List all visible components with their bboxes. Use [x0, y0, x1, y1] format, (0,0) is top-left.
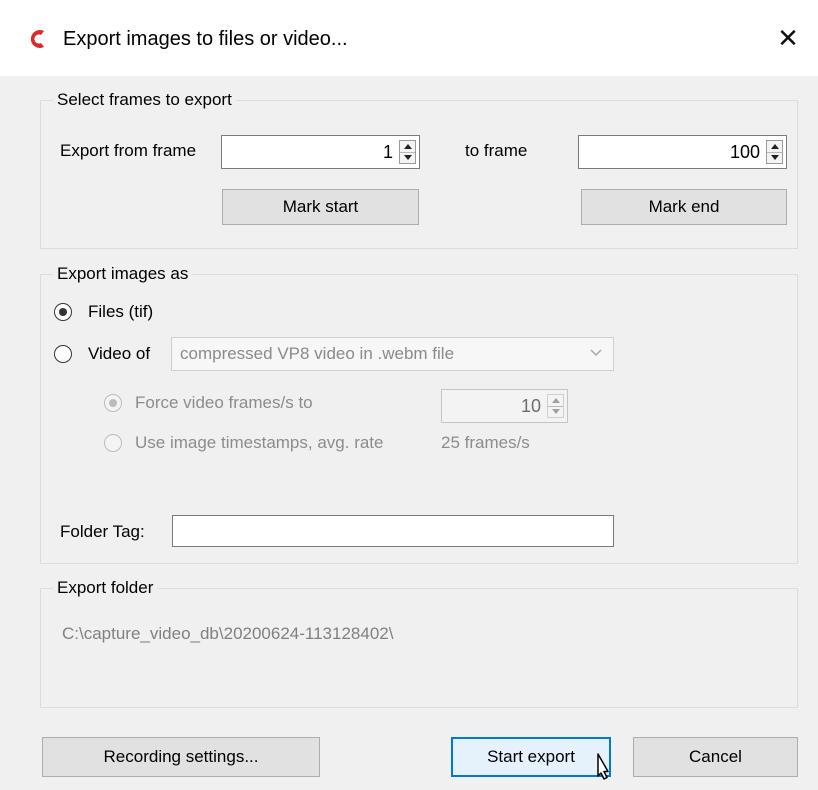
video-radio[interactable]: [54, 345, 72, 363]
to-frame-spinner[interactable]: 100: [578, 135, 787, 169]
fps-spin-arrows[interactable]: [547, 394, 564, 418]
video-format-value: compressed VP8 video in .webm file: [180, 344, 455, 363]
export-as-group-title: Export images as: [53, 264, 193, 284]
force-fps-label[interactable]: Force video frames/s to: [135, 393, 313, 413]
title-bar: Export images to files or video... ✕: [0, 0, 818, 76]
export-folder-group: Export folder: [40, 578, 798, 708]
to-frame-value: 100: [729, 142, 760, 162]
timestamps-label[interactable]: Use image timestamps, avg. rate: [135, 433, 383, 453]
mark-start-button[interactable]: Mark start: [222, 189, 419, 225]
app-logo-icon: [30, 30, 44, 48]
close-icon: ✕: [777, 22, 799, 53]
timestamps-radio[interactable]: [104, 434, 122, 452]
export-folder-group-title: Export folder: [53, 578, 158, 598]
from-frame-spin-arrows[interactable]: [399, 140, 416, 164]
folder-tag-input[interactable]: [172, 515, 614, 547]
video-radio-label[interactable]: Video of: [88, 344, 150, 364]
export-folder-path: C:\capture_video_db\20200624-113128402\: [62, 624, 394, 643]
to-frame-spin-arrows[interactable]: [766, 140, 783, 164]
recording-settings-button[interactable]: Recording settings...: [42, 737, 320, 777]
mark-end-button[interactable]: Mark end: [581, 189, 787, 225]
to-frame-label: to frame: [465, 141, 528, 160]
from-frame-label: Export from frame: [60, 141, 197, 160]
chevron-down-icon: [590, 349, 602, 357]
fps-value: 10: [520, 396, 541, 416]
frames-group: Select frames to export: [40, 90, 798, 249]
video-format-select[interactable]: compressed VP8 video in .webm file: [171, 337, 614, 371]
files-radio-label[interactable]: Files (tif): [88, 302, 153, 322]
fps-spinner[interactable]: 10: [441, 389, 568, 423]
start-export-button[interactable]: Start export: [451, 737, 611, 777]
mouse-pointer-icon: [597, 753, 609, 780]
close-button[interactable]: ✕: [758, 14, 818, 62]
folder-tag-label: Folder Tag:: [60, 522, 145, 541]
spin-down-icon[interactable]: [548, 406, 563, 417]
files-radio[interactable]: [54, 303, 72, 321]
spin-down-icon[interactable]: [767, 152, 782, 163]
cancel-button[interactable]: Cancel: [633, 737, 798, 777]
from-frame-spinner[interactable]: 1: [221, 135, 420, 169]
force-fps-radio[interactable]: [104, 394, 122, 412]
frames-group-title: Select frames to export: [53, 90, 236, 110]
timestamps-rate: 25 frames/s: [441, 433, 530, 452]
window-title: Export images to files or video...: [63, 28, 348, 50]
from-frame-value: 1: [382, 142, 393, 162]
spin-down-icon[interactable]: [400, 152, 415, 163]
